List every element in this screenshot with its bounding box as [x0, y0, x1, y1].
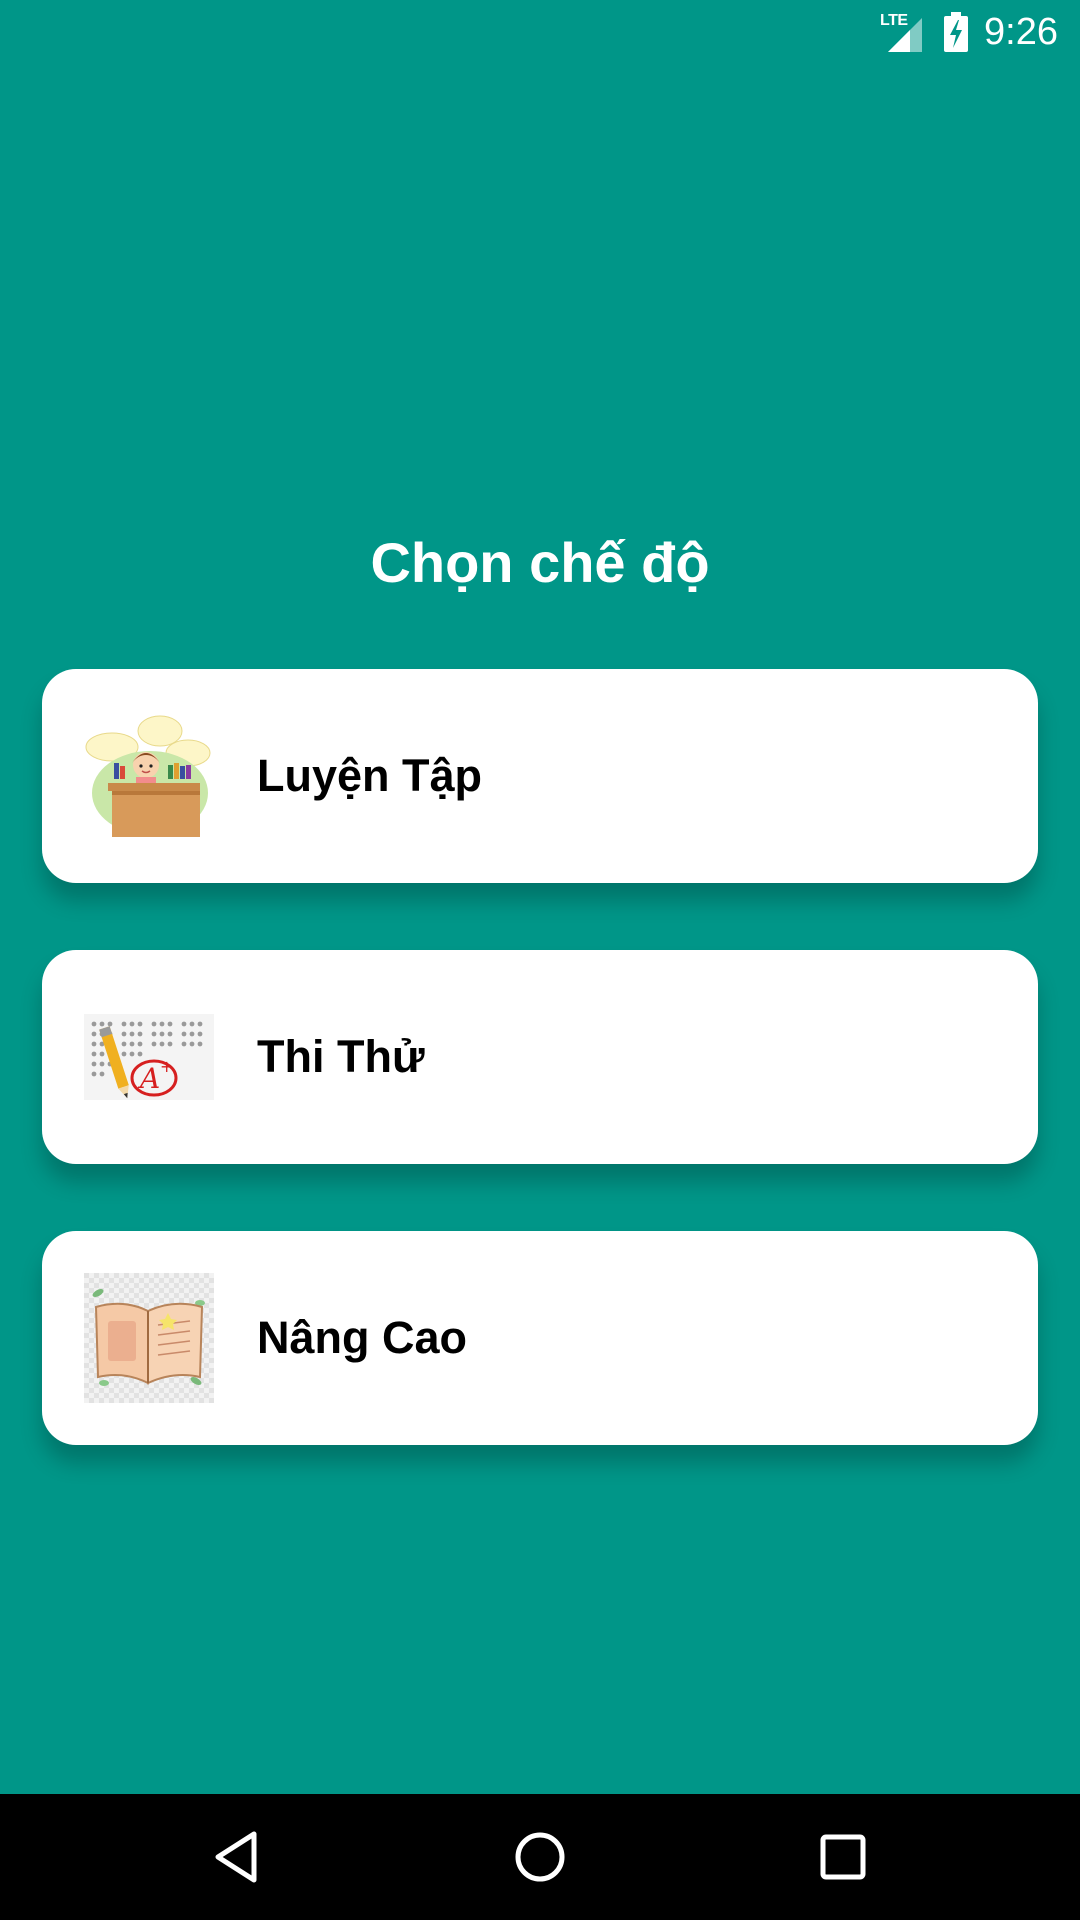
signal-icon: LTE: [880, 10, 928, 54]
mode-card-advanced[interactable]: Nâng Cao: [42, 1231, 1038, 1445]
recents-icon[interactable]: [810, 1824, 876, 1890]
mode-card-practice[interactable]: Luyện Tập: [42, 669, 1038, 883]
svg-text:+: +: [160, 1057, 173, 1076]
mode-card-mock-exam[interactable]: A + Thi Thử: [42, 950, 1038, 1164]
open-book-icon: [84, 1273, 214, 1403]
back-icon[interactable]: [203, 1824, 269, 1890]
page-title: Chọn chế độ: [370, 531, 710, 594]
home-icon[interactable]: [507, 1824, 573, 1890]
status-clock: 9:26: [984, 10, 1058, 53]
status-icons: LTE 9:26: [880, 6, 1058, 58]
student-desk-icon: [84, 711, 214, 841]
svg-text:A: A: [137, 1062, 160, 1095]
status-bar: LTE 9:26: [0, 0, 1080, 63]
system-nav-bar: [0, 1794, 1080, 1920]
mode-select-screen: LTE 9:26 Chọn chế độ Luyện Tập A + Thi T…: [0, 0, 1080, 1920]
mode-label-advanced: Nâng Cao: [257, 1312, 468, 1363]
mode-label-practice: Luyện Tập: [257, 750, 483, 801]
exam-sheet-icon: A +: [84, 992, 214, 1122]
mode-label-mock-exam: Thi Thử: [257, 1031, 425, 1082]
battery-charging-icon: [942, 12, 970, 52]
